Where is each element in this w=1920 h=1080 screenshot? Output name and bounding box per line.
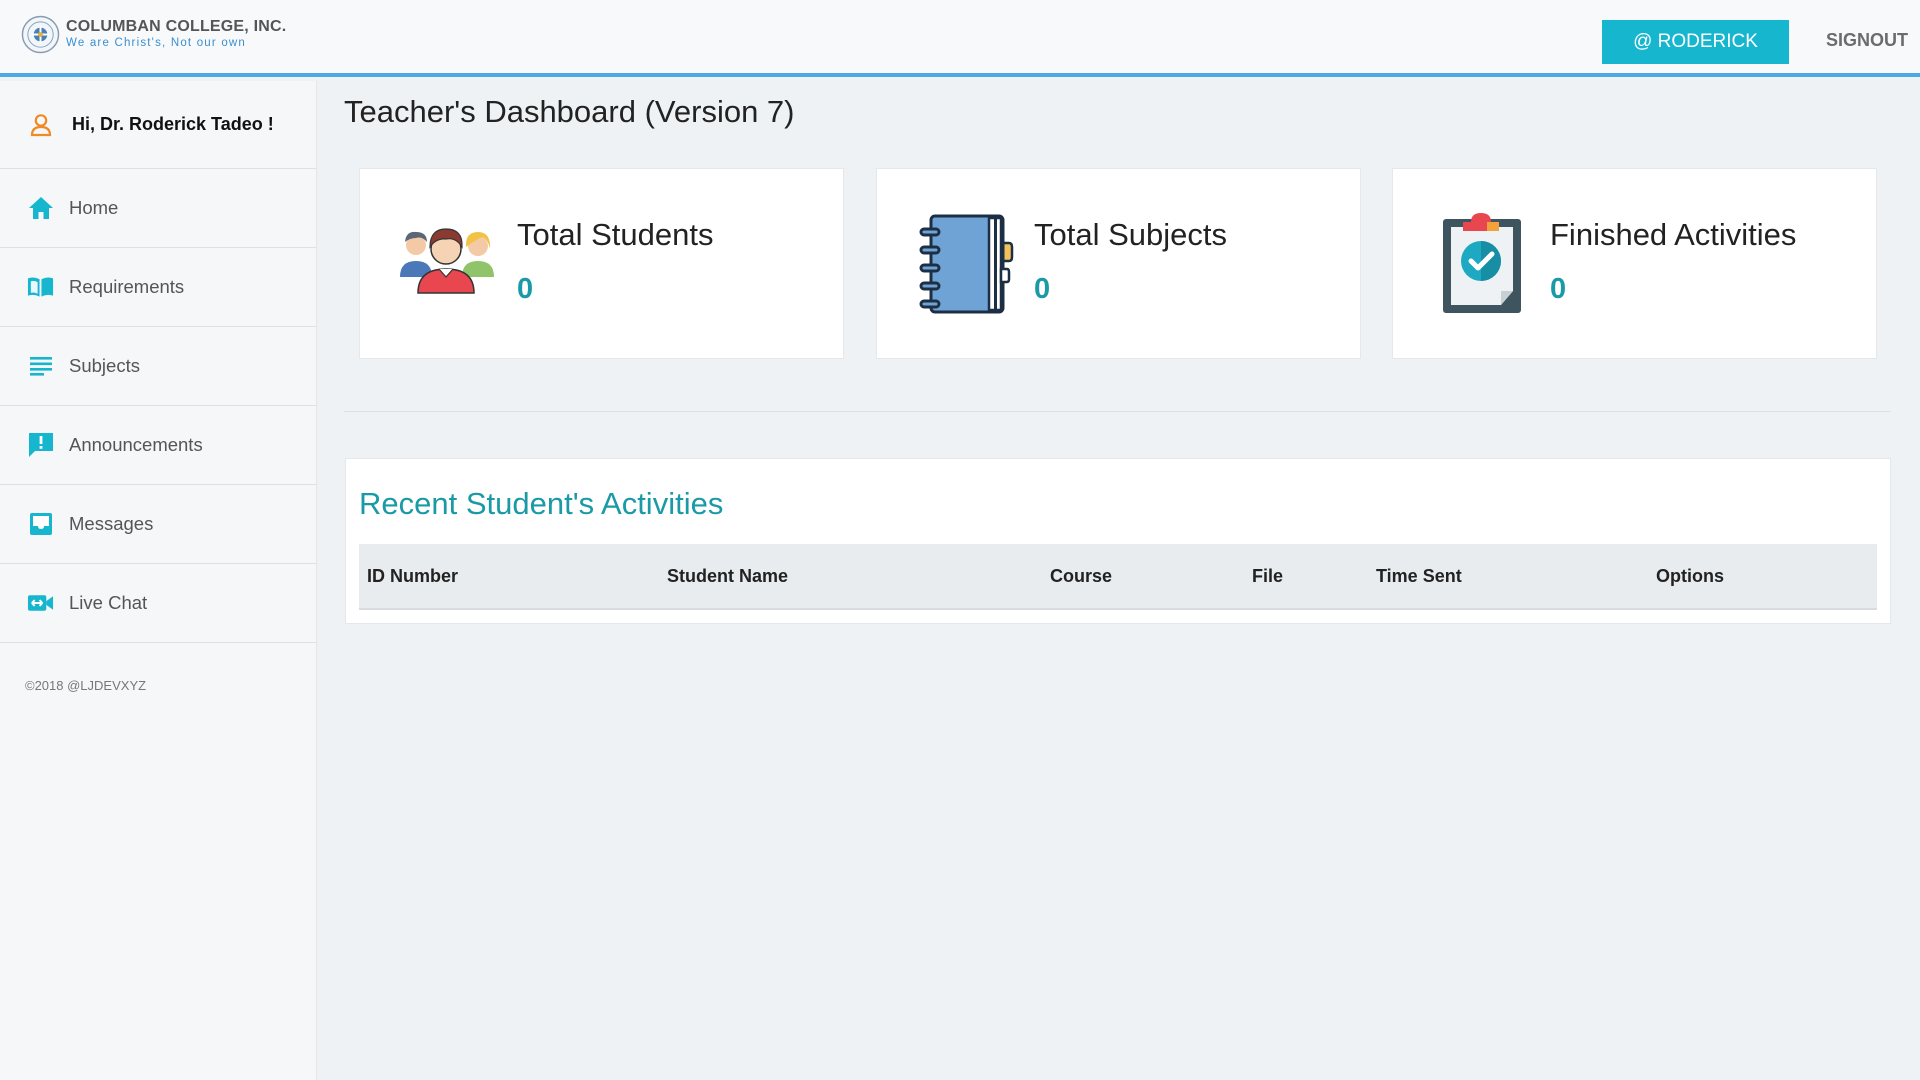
sidebar: Hi, Dr. Roderick Tadeo ! Home Requiremen… [0,81,317,1080]
inbox-icon [27,511,54,538]
column-header-id-number[interactable]: ID Number [367,566,458,587]
sidebar-item-label: Announcements [69,434,203,455]
column-header-student-name[interactable]: Student Name [667,566,788,587]
card-value: 0 [517,273,534,305]
user-icon [27,111,54,138]
total-students-card[interactable]: Total Students 0 [359,168,844,359]
panel-title: Recent Student's Activities [359,486,724,521]
column-header-file[interactable]: File [1252,566,1283,587]
card-value: 0 [1550,273,1567,305]
card-title: Finished Activities [1550,217,1797,252]
book-icon [27,274,54,301]
card-value: 0 [1034,273,1051,305]
video-call-icon [27,590,54,617]
activities-table-header: ID Number Student Name Course File Time … [359,544,1877,610]
user-account-button[interactable]: @ RODERICK [1602,20,1789,64]
column-header-options[interactable]: Options [1656,566,1724,587]
sidebar-item-label: Subjects [69,355,140,376]
students-icon [400,228,494,294]
total-subjects-card[interactable]: Total Subjects 0 [876,168,1361,359]
sidebar-item-live-chat[interactable]: Live Chat [0,564,316,643]
sidebar-item-label: Requirements [69,276,185,297]
sidebar-item-label: Live Chat [69,592,148,613]
sidebar-item-label: Messages [69,513,154,534]
sidebar-footer: ©2018 @LJDEVXYZ [25,678,147,693]
column-header-course[interactable]: Course [1050,566,1112,587]
signout-link[interactable]: SIGNOUT [1826,30,1908,51]
recent-activities-panel: Recent Student's Activities ID Number St… [345,458,1891,624]
brand-name: COLUMBAN COLLEGE, INC. [66,18,287,36]
finished-activities-card[interactable]: Finished Activities 0 [1392,168,1877,359]
sidebar-item-announcements[interactable]: Announcements [0,406,316,485]
greeting-text: Hi, Dr. Roderick Tadeo ! [72,114,274,134]
sidebar-item-label: Home [69,197,119,218]
clipboard-check-icon [1443,213,1521,313]
section-divider [344,411,1891,412]
sidebar-item-messages[interactable]: Messages [0,485,316,564]
card-title: Total Subjects [1034,217,1227,252]
notebook-icon [919,214,1014,314]
sidebar-item-home[interactable]: Home [0,169,316,248]
page-title: Teacher's Dashboard (Version 7) [344,94,795,129]
top-bar: COLUMBAN COLLEGE, INC. We are Christ's, … [0,0,1920,77]
announcement-icon [27,432,54,459]
list-icon [27,353,54,380]
brand[interactable]: COLUMBAN COLLEGE, INC. We are Christ's, … [21,15,286,54]
brand-tagline: We are Christ's, Not our own [66,37,247,50]
sidebar-item-requirements[interactable]: Requirements [0,248,316,327]
college-seal-icon [21,15,60,54]
sidebar-item-subjects[interactable]: Subjects [0,327,316,406]
sidebar-greeting: Hi, Dr. Roderick Tadeo ! [0,81,316,169]
card-title: Total Students [517,217,714,252]
column-header-time-sent[interactable]: Time Sent [1376,566,1462,587]
home-icon [27,195,54,222]
